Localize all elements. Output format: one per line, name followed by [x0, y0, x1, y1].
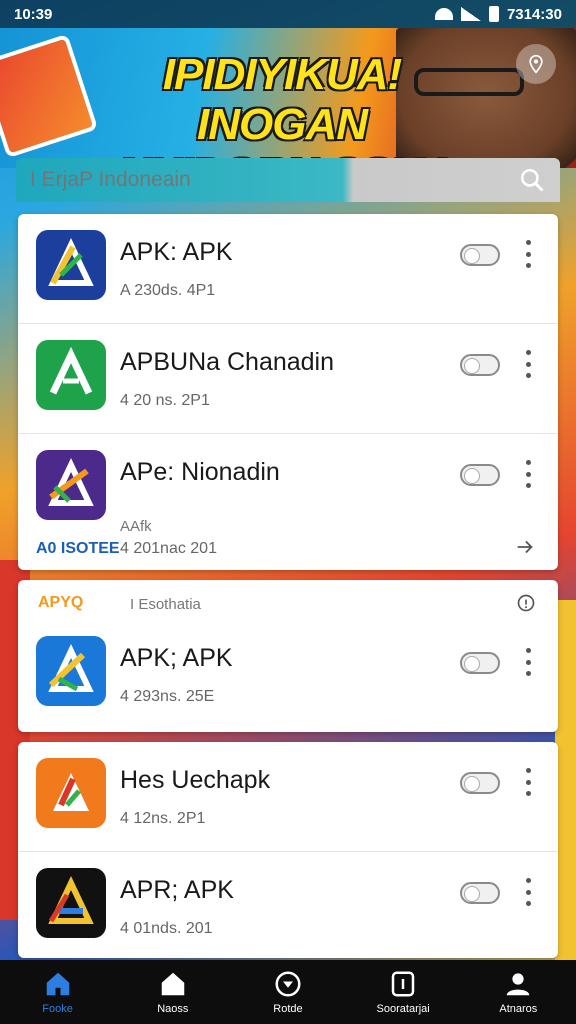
app-list-card-1: APK: APK A 230ds. 4P1 APBUNa Chanadin 4 …: [18, 214, 558, 570]
app-meta: A 230ds. 4P1: [120, 282, 216, 299]
app-toggle[interactable]: [460, 882, 500, 904]
app-icon-apr: [36, 868, 106, 938]
banner-title-line1: IPIDIYIKUA! INOGAN: [162, 50, 402, 149]
square-one-icon: [391, 971, 415, 997]
more-vert-icon[interactable]: [524, 460, 532, 488]
app-name: APK; APK: [120, 644, 233, 672]
more-vert-icon[interactable]: [524, 878, 532, 906]
app-toggle[interactable]: [460, 244, 500, 266]
banner-title: IPIDIYIKUA! INOGAN NUIDORN OSIA!: [92, 50, 472, 168]
app-row[interactable]: APK; APK 4 293ns. 25E: [18, 626, 558, 732]
app-meta: 4 293ns. 25E: [120, 688, 215, 705]
app-toggle[interactable]: [460, 652, 500, 674]
home-icon: [46, 972, 69, 996]
battery-icon: [488, 6, 499, 22]
nav-label: Sooratarjai: [376, 1003, 430, 1015]
app-icon-ape: [36, 450, 106, 520]
app-icon-apk-blue: [36, 636, 106, 706]
app-row[interactable]: APK: APK A 230ds. 4P1: [18, 214, 558, 324]
status-bar: 10:39 7314:30: [0, 0, 576, 28]
app-meta: 4 12ns. 2P1: [120, 810, 206, 827]
location-pin-icon: [529, 54, 543, 74]
info-icon[interactable]: [516, 593, 536, 613]
section-title: I Esothatia: [130, 596, 201, 613]
user-icon: [507, 973, 530, 996]
nav-label: Atnaros: [499, 1003, 538, 1015]
app-row[interactable]: APR; APK 4 01nds. 201: [18, 852, 558, 958]
app-row-promo[interactable]: APe: Nionadin AAfk A0 ISOTEE 4 201nac 20…: [18, 434, 558, 570]
nav-label: Fooke: [42, 1003, 73, 1015]
app-icon-apk: [36, 230, 106, 300]
app-icon-apbuna: [36, 340, 106, 410]
promo-banner[interactable]: IPIDIYIKUA! INOGAN NUIDORN OSIA!: [0, 28, 576, 168]
section-header: APYQ I Esothatia: [18, 580, 558, 626]
wifi-icon: [434, 8, 453, 20]
bottom-nav: Fooke Naoss Rotde Sooratarjai Atnaros: [0, 960, 576, 1024]
app-name: APe: Nionadin: [120, 458, 280, 486]
app-name: APBUNa Chanadin: [120, 348, 335, 376]
more-vert-icon[interactable]: [524, 648, 532, 676]
status-icons: 7314:30: [434, 5, 562, 23]
nav-item-categories[interactable]: Sooratarjai: [353, 969, 453, 1015]
circle-app-icon: [275, 971, 301, 997]
app-list-card-2: APYQ I Esothatia APK; APK 4 293ns. 25E: [18, 580, 558, 732]
signal-icon: [460, 7, 481, 21]
search-icon[interactable]: [518, 166, 546, 194]
app-icon-hes: [36, 758, 106, 828]
nav-label: Naoss: [157, 1003, 189, 1015]
status-right-time: 7314:30: [506, 5, 562, 23]
background-stripe-yellow: [555, 600, 576, 960]
nav-item-account[interactable]: Atnaros: [468, 969, 568, 1015]
promo-label: A0 ISOTEE: [36, 540, 120, 557]
app-meta: 4 01nds. 201: [120, 920, 213, 937]
app-toggle[interactable]: [460, 354, 500, 376]
nav-item-rotde[interactable]: Rotde: [238, 969, 338, 1015]
app-row[interactable]: Hes Uechapk 4 12ns. 2P1: [18, 742, 558, 852]
app-toggle[interactable]: [460, 464, 500, 486]
nav-item-home[interactable]: Fooke: [8, 969, 108, 1015]
banner-book-graphic: [0, 33, 99, 159]
search-input[interactable]: [30, 168, 518, 192]
more-vert-icon[interactable]: [524, 350, 532, 378]
search-bar[interactable]: [16, 158, 560, 202]
home-outline-icon: [161, 972, 185, 996]
app-meta: 4 20 ns. 2P1: [120, 392, 210, 409]
app-row[interactable]: APBUNa Chanadin 4 20 ns. 2P1: [18, 324, 558, 434]
app-name: APR; APK: [120, 876, 234, 904]
app-name: Hes Uechapk: [120, 766, 271, 794]
nav-label: Rotde: [273, 1003, 303, 1015]
more-vert-icon[interactable]: [524, 240, 532, 268]
app-subtext: AAfk: [120, 518, 152, 535]
app-list-card-3: Hes Uechapk 4 12ns. 2P1 APR; APK 4 01nds…: [18, 742, 558, 958]
app-meta: 4 201nac 201: [120, 540, 217, 557]
app-toggle[interactable]: [460, 772, 500, 794]
arrow-right-icon[interactable]: [514, 536, 536, 558]
nav-item-news[interactable]: Naoss: [123, 969, 223, 1015]
app-name: APK: APK: [120, 238, 233, 266]
location-button[interactable]: [516, 44, 556, 84]
more-vert-icon[interactable]: [524, 768, 532, 796]
status-time: 10:39: [14, 5, 53, 23]
section-badge: APYQ: [38, 594, 84, 611]
